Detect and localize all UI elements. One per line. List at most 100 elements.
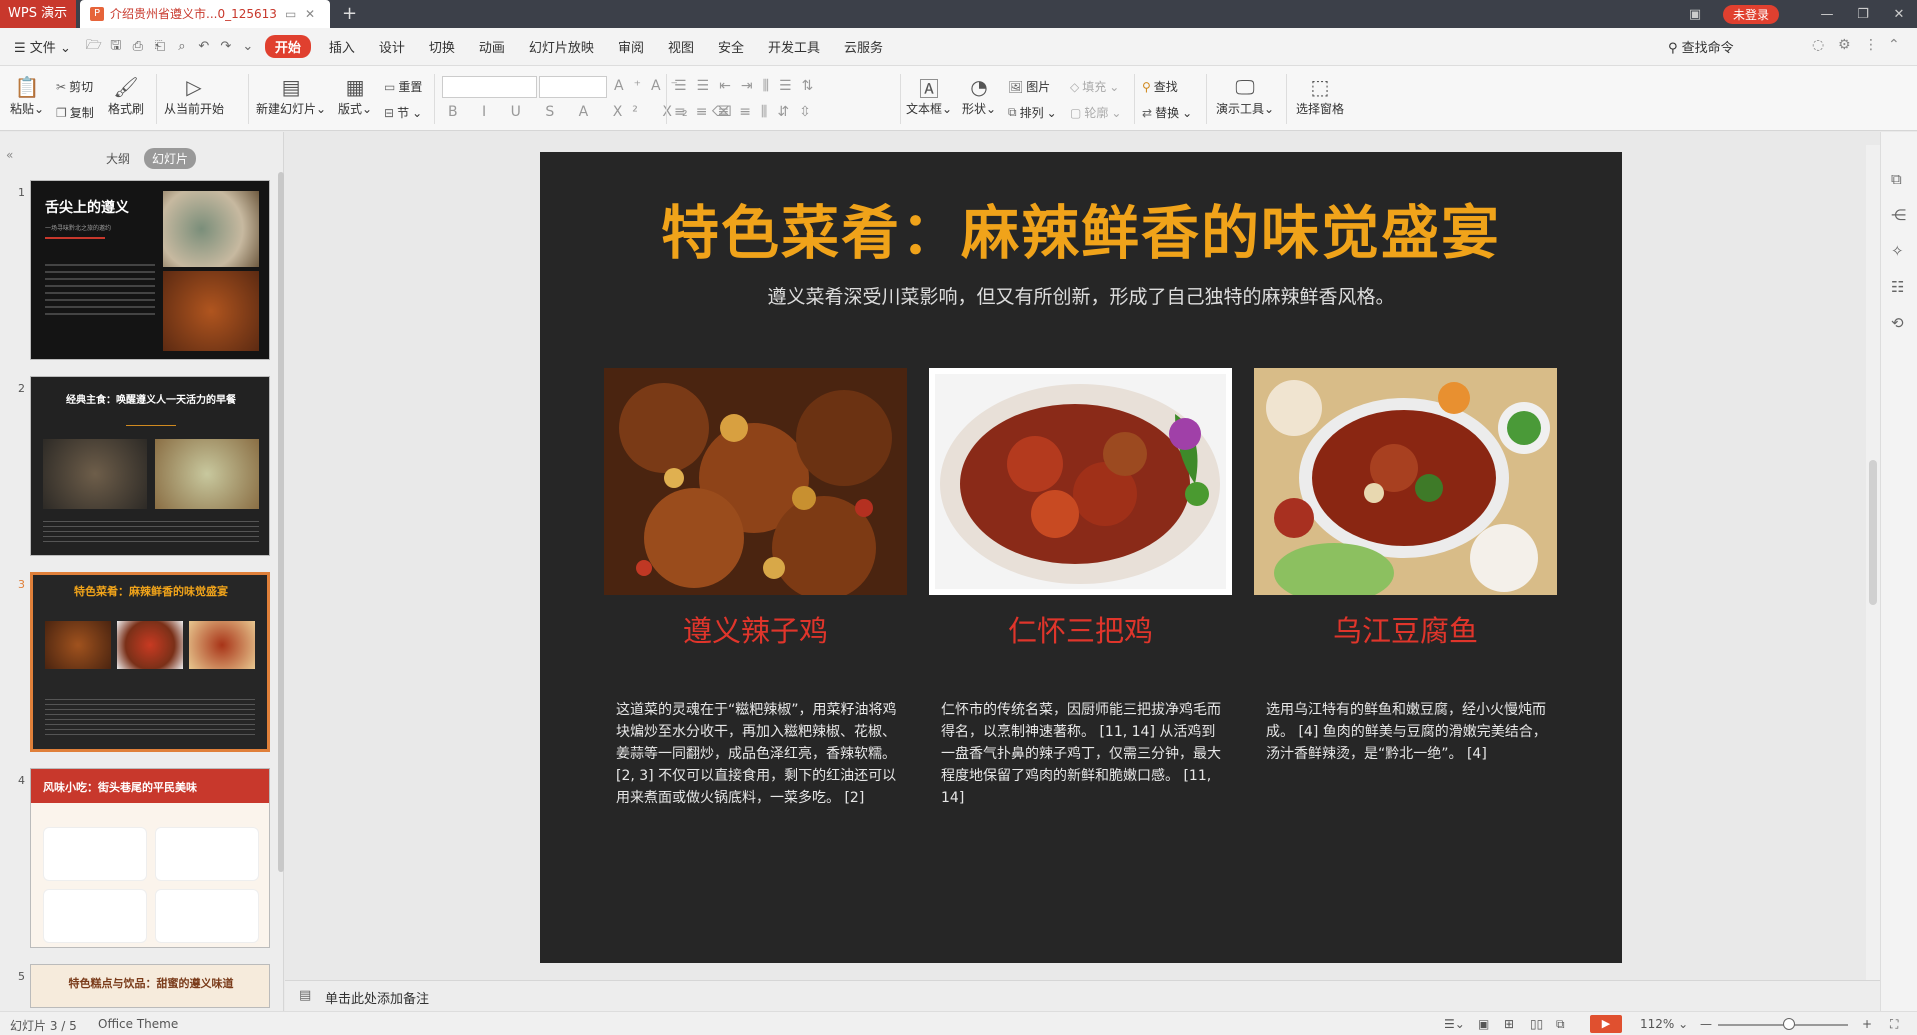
reading-view-icon[interactable]: ▯▯: [1530, 1017, 1543, 1031]
scrollbar-thumb[interactable]: [1869, 460, 1877, 605]
slide-thumbnail-2[interactable]: 经典主食：唤醒遵义人一天活力的早餐: [30, 376, 270, 556]
slide-scrollbar[interactable]: [1866, 145, 1880, 980]
layout-toggle-icon[interactable]: ▣: [1677, 7, 1713, 22]
tab-home[interactable]: 开始: [264, 35, 311, 58]
save-icon[interactable]: 🖫: [105, 36, 127, 58]
slide-thumbnail-5[interactable]: 特色糕点与饮品：甜蜜的遵义味道: [30, 964, 270, 1008]
tab-developer[interactable]: 开发工具: [756, 37, 832, 56]
login-button[interactable]: 未登录: [1722, 4, 1779, 24]
font-name-select[interactable]: [442, 76, 537, 98]
collapse-panel-icon[interactable]: «: [6, 148, 13, 162]
pin-icon[interactable]: ✧: [1891, 242, 1904, 260]
slide-thumbnail-1[interactable]: 舌尖上的遵义 一场寻味黔北之旅的邀约: [30, 180, 270, 360]
presentation-tools-button[interactable]: 🖵 演示工具⌄: [1216, 74, 1274, 117]
tab-outline[interactable]: 大纲: [98, 148, 138, 169]
tab-close-icon[interactable]: ✕: [305, 0, 315, 28]
zoom-level[interactable]: 112% ⌄: [1640, 1017, 1688, 1031]
shape-button[interactable]: ◔ 形状⌄: [962, 74, 996, 117]
tab-design[interactable]: 设计: [367, 37, 417, 56]
tab-slideshow[interactable]: 幻灯片放映: [517, 37, 606, 56]
notes-pane[interactable]: ▤ 单击此处添加备注: [285, 980, 1880, 1011]
normal-view-icon[interactable]: ▣: [1478, 1017, 1489, 1031]
play-from-current-button[interactable]: ▷ 从当前开始: [164, 74, 224, 117]
dish-name-2[interactable]: 仁怀三把鸡: [929, 608, 1232, 650]
slide-thumbnail-3[interactable]: 特色菜肴：麻辣鲜香的味觉盛宴: [30, 572, 270, 752]
settings-gear-icon[interactable]: ⚙: [1838, 37, 1851, 53]
slide-library-icon[interactable]: ⧉: [1891, 170, 1902, 188]
print-icon[interactable]: ⎗: [149, 39, 171, 54]
slide-thumbnail-4[interactable]: 风味小吃：街头巷尾的平民美味: [30, 768, 270, 948]
find-button[interactable]: ⚲ 查找: [1142, 78, 1178, 95]
properties-icon[interactable]: ☷: [1891, 278, 1904, 296]
app-menu-tab[interactable]: WPS 演示: [0, 0, 76, 28]
tab-restore-icon[interactable]: ▭: [285, 0, 296, 28]
chat-icon[interactable]: ◌: [1812, 37, 1824, 53]
new-tab-button[interactable]: +: [342, 0, 357, 28]
fit-window-icon[interactable]: ⛶: [1890, 1017, 1898, 1032]
file-menu[interactable]: ☰ 文件 ⌄: [0, 37, 83, 56]
slide-subtitle[interactable]: 遵义菜肴深受川菜影响，但又有所创新，形成了自己独特的麻辣鲜香风格。: [540, 282, 1622, 309]
collapse-ribbon-icon[interactable]: ⌃: [1888, 37, 1900, 53]
cut-button[interactable]: ✂ 剪切: [56, 78, 93, 95]
tab-view[interactable]: 视图: [656, 37, 706, 56]
fill-button[interactable]: ◇ 填充 ⌄: [1070, 78, 1119, 95]
document-tab[interactable]: P 介绍贵州省遵义市...0_125613 ▭ ✕: [80, 0, 330, 28]
section-button[interactable]: ⊟ 节 ⌄: [384, 104, 422, 121]
dish-photo-3[interactable]: [1254, 368, 1557, 595]
outline-button[interactable]: ▢ 轮廓 ⌄: [1070, 104, 1121, 121]
current-slide[interactable]: 特色菜肴：麻辣鲜香的味觉盛宴 遵义菜肴深受川菜影响，但又有所创新，形成了自己独特…: [540, 152, 1622, 963]
new-slide-button[interactable]: ▤ 新建幻灯片⌄: [256, 74, 326, 117]
maximize-icon[interactable]: ❐: [1845, 7, 1881, 22]
layout-button[interactable]: ▦ 版式⌄: [338, 74, 372, 117]
undo-icon[interactable]: ↶: [193, 39, 215, 54]
zoom-in-icon[interactable]: +: [1862, 1017, 1872, 1031]
quick-access-dropdown-icon[interactable]: ⌄: [237, 39, 259, 54]
picture-button[interactable]: 🖼 图片: [1008, 78, 1050, 95]
font-size-select[interactable]: [539, 76, 607, 98]
slide-title[interactable]: 特色菜肴：麻辣鲜香的味觉盛宴: [540, 186, 1622, 270]
copy-button[interactable]: ❐ 复制: [56, 104, 94, 121]
close-window-icon[interactable]: ✕: [1881, 7, 1917, 22]
tab-transitions[interactable]: 切换: [417, 37, 467, 56]
dish-description-3[interactable]: 选用乌江特有的鲜鱼和嫩豆腐，经小火慢炖而成。 [4] 鱼肉的鲜美与豆腐的滑嫩完美…: [1266, 699, 1553, 765]
notes-placeholder[interactable]: 单击此处添加备注: [325, 988, 429, 1007]
notes-toggle-icon[interactable]: ☰⌄: [1444, 1017, 1465, 1031]
play-slideshow-icon[interactable]: ▶: [1590, 1015, 1622, 1033]
selection-pane-button[interactable]: ⬚ 选择窗格: [1296, 74, 1344, 117]
share-icon[interactable]: ⋲: [1891, 206, 1906, 224]
tab-review[interactable]: 审阅: [606, 37, 656, 56]
zoom-out-icon[interactable]: —: [1700, 1017, 1712, 1031]
tab-animations[interactable]: 动画: [467, 37, 517, 56]
zoom-slider-handle[interactable]: [1783, 1018, 1795, 1030]
panel-tabs: 大纲 幻灯片: [98, 148, 197, 169]
print-preview-icon[interactable]: ⌕: [171, 39, 193, 54]
textbox-button[interactable]: 🄰 文本框⌄: [906, 74, 952, 117]
list-indent-icons[interactable]: ☰☰⇤⇥⫼☰⇅: [674, 78, 823, 94]
arrange-button[interactable]: ⧉ 排列 ⌄: [1008, 104, 1057, 121]
tab-insert[interactable]: 插入: [317, 37, 367, 56]
replace-button[interactable]: ⇄ 替换 ⌄: [1142, 104, 1192, 121]
thumbnail-scrollbar[interactable]: [278, 172, 284, 872]
dish-photo-2[interactable]: [929, 368, 1232, 595]
dish-description-1[interactable]: 这道菜的灵魂在于“糍粑辣椒”，用菜籽油将鸡块煸炒至水分收干，再加入糍粑辣椒、花椒…: [616, 699, 903, 809]
dish-name-1[interactable]: 遵义辣子鸡: [604, 608, 907, 650]
open-icon[interactable]: 🗁: [83, 36, 105, 58]
search-command[interactable]: ⚲ 查找命令: [1668, 37, 1734, 56]
more-icon[interactable]: ⋮: [1864, 37, 1878, 53]
minimize-icon[interactable]: —: [1809, 7, 1845, 22]
tab-cloud[interactable]: 云服务: [832, 37, 895, 56]
export-pdf-icon[interactable]: ⎙: [127, 39, 149, 54]
dish-name-3[interactable]: 乌江豆腐鱼: [1254, 608, 1557, 650]
alignment-icons[interactable]: ≡≡≡≡⫼⇵⇳: [674, 104, 821, 120]
reset-button[interactable]: ▭ 重置: [384, 78, 422, 95]
tab-security[interactable]: 安全: [706, 37, 756, 56]
redo-icon[interactable]: ↷: [215, 39, 237, 54]
history-icon[interactable]: ⟲: [1891, 314, 1904, 332]
dish-description-2[interactable]: 仁怀市的传统名菜，因厨师能三把拔净鸡毛而得名，以烹制神速著称。 [11, 14]…: [941, 699, 1228, 809]
paste-button[interactable]: 📋 粘贴⌄: [10, 74, 44, 117]
dish-photo-1[interactable]: [604, 368, 907, 595]
presenter-view-icon[interactable]: ⧉: [1556, 1017, 1565, 1032]
format-painter-button[interactable]: 🖌 格式刷: [108, 74, 144, 117]
tab-slides[interactable]: 幻灯片: [144, 148, 197, 169]
slide-sorter-icon[interactable]: ⊞: [1504, 1017, 1514, 1031]
